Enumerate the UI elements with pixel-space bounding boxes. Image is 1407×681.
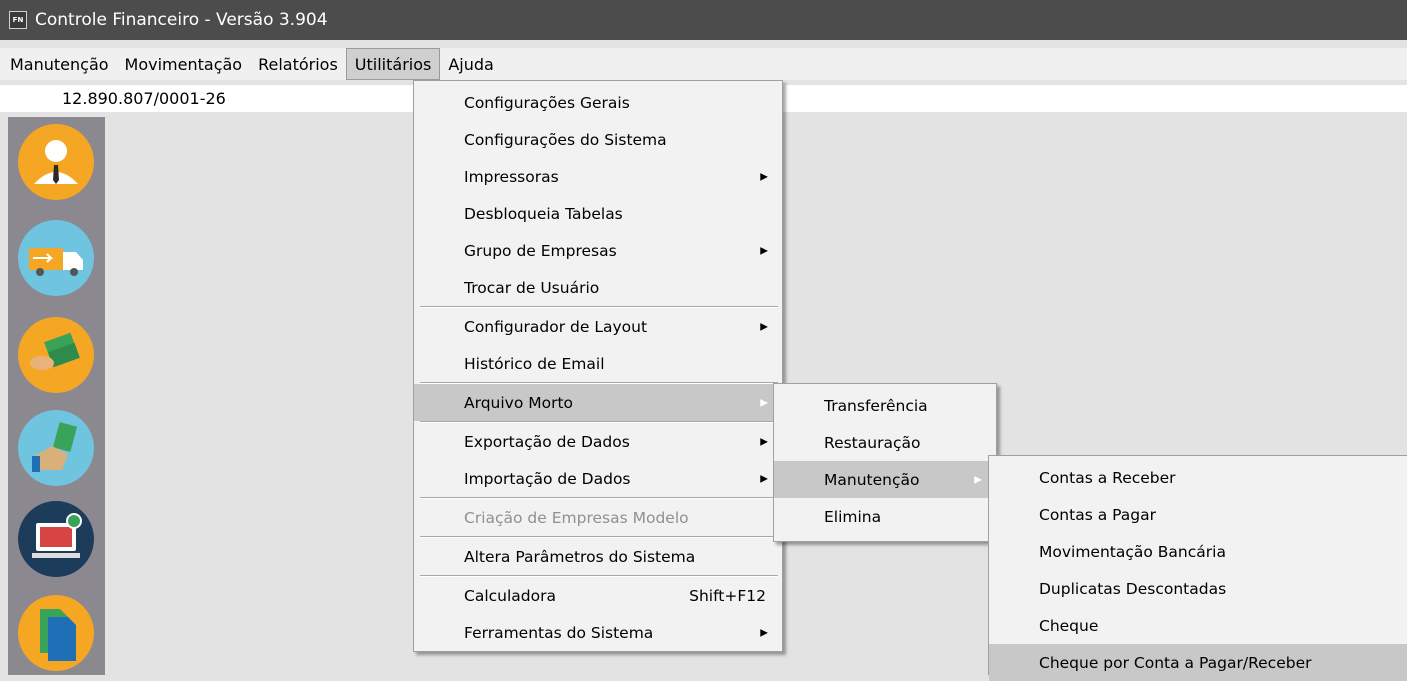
menu-item-desbloqueia-tabelas[interactable]: Desbloqueia Tabelas <box>414 195 782 232</box>
title-bar: FN Controle Financeiro - Versão 3.904 <box>0 0 1407 40</box>
submenu-item-contas-pagar[interactable]: Contas a Pagar <box>989 496 1407 533</box>
submenu-arrow-icon: ▶ <box>974 474 982 485</box>
menu-item-altera-parametros[interactable]: Altera Parâmetros do Sistema <box>414 538 782 575</box>
menu-item-calculadora[interactable]: Calculadora Shift+F12 <box>414 577 782 614</box>
payment-hand-icon[interactable] <box>18 410 94 486</box>
money-exchange-icon[interactable] <box>18 317 94 393</box>
menu-item-arquivo-morto[interactable]: Arquivo Morto ▶ <box>414 384 782 421</box>
arquivo-morto-submenu: Transferência Restauração Manutenção ▶ El… <box>773 383 997 542</box>
submenu-item-cheque-conta-pagar-receber[interactable]: Cheque por Conta a Pagar/Receber <box>989 644 1407 681</box>
menu-item-trocar-usuario[interactable]: Trocar de Usuário <box>414 269 782 306</box>
menu-item-impressoras[interactable]: Impressoras ▶ <box>414 158 782 195</box>
utilitarios-menu: Configurações Gerais Configurações do Si… <box>413 80 783 652</box>
submenu-arrow-icon: ▶ <box>760 397 768 408</box>
submenu-arrow-icon: ▶ <box>760 627 768 638</box>
submenu-arrow-icon: ▶ <box>760 436 768 447</box>
menu-item-historico-email[interactable]: Histórico de Email <box>414 345 782 382</box>
documents-icon[interactable] <box>18 595 94 671</box>
menu-bar: Manutenção Movimentação Relatórios Utili… <box>0 48 1407 80</box>
window-title: Controle Financeiro - Versão 3.904 <box>35 10 328 30</box>
submenu-arrow-icon: ▶ <box>760 321 768 332</box>
menu-manutencao[interactable]: Manutenção <box>0 48 117 80</box>
sidebar <box>8 117 105 675</box>
user-icon[interactable] <box>18 124 94 200</box>
submenu-arrow-icon: ▶ <box>760 245 768 256</box>
submenu-item-transferencia[interactable]: Transferência <box>774 387 996 424</box>
menu-item-grupo-empresas[interactable]: Grupo de Empresas ▶ <box>414 232 782 269</box>
submenu-item-contas-receber[interactable]: Contas a Receber <box>989 459 1407 496</box>
submenu-arrow-icon: ▶ <box>760 473 768 484</box>
menu-item-exportacao-dados[interactable]: Exportação de Dados ▶ <box>414 423 782 460</box>
menu-utilitarios[interactable]: Utilitários <box>345 48 441 80</box>
submenu-item-manutencao[interactable]: Manutenção ▶ <box>774 461 996 498</box>
submenu-item-duplicatas-descontadas[interactable]: Duplicatas Descontadas <box>989 570 1407 607</box>
menu-item-configurador-layout[interactable]: Configurador de Layout ▶ <box>414 308 782 345</box>
menu-item-configuracoes-sistema[interactable]: Configurações do Sistema <box>414 121 782 158</box>
menu-item-criacao-empresas-modelo: Criação de Empresas Modelo <box>464 508 689 527</box>
submenu-item-movimentacao-bancaria[interactable]: Movimentação Bancária <box>989 533 1407 570</box>
menu-item-ferramentas-sistema[interactable]: Ferramentas do Sistema ▶ <box>414 614 782 651</box>
menu-ajuda[interactable]: Ajuda <box>440 48 502 80</box>
delivery-truck-icon[interactable] <box>18 220 94 296</box>
menu-relatorios[interactable]: Relatórios <box>250 48 346 80</box>
manutencao-submenu: Contas a Receber Contas a Pagar Moviment… <box>988 455 1407 681</box>
menu-item-configuracoes-gerais[interactable]: Configurações Gerais <box>414 84 782 121</box>
submenu-item-elimina[interactable]: Elimina <box>774 498 996 535</box>
submenu-item-cheque[interactable]: Cheque <box>989 607 1407 644</box>
menu-movimentacao[interactable]: Movimentação <box>117 48 251 80</box>
app-icon: FN <box>9 11 27 29</box>
menu-item-importacao-dados[interactable]: Importação de Dados ▶ <box>414 460 782 497</box>
shortcut-label: Shift+F12 <box>689 586 766 605</box>
company-cnpj: 12.890.807/0001-26 <box>62 89 226 108</box>
submenu-arrow-icon: ▶ <box>760 171 768 182</box>
computer-screen-icon[interactable] <box>18 501 94 577</box>
submenu-item-restauracao[interactable]: Restauração <box>774 424 996 461</box>
